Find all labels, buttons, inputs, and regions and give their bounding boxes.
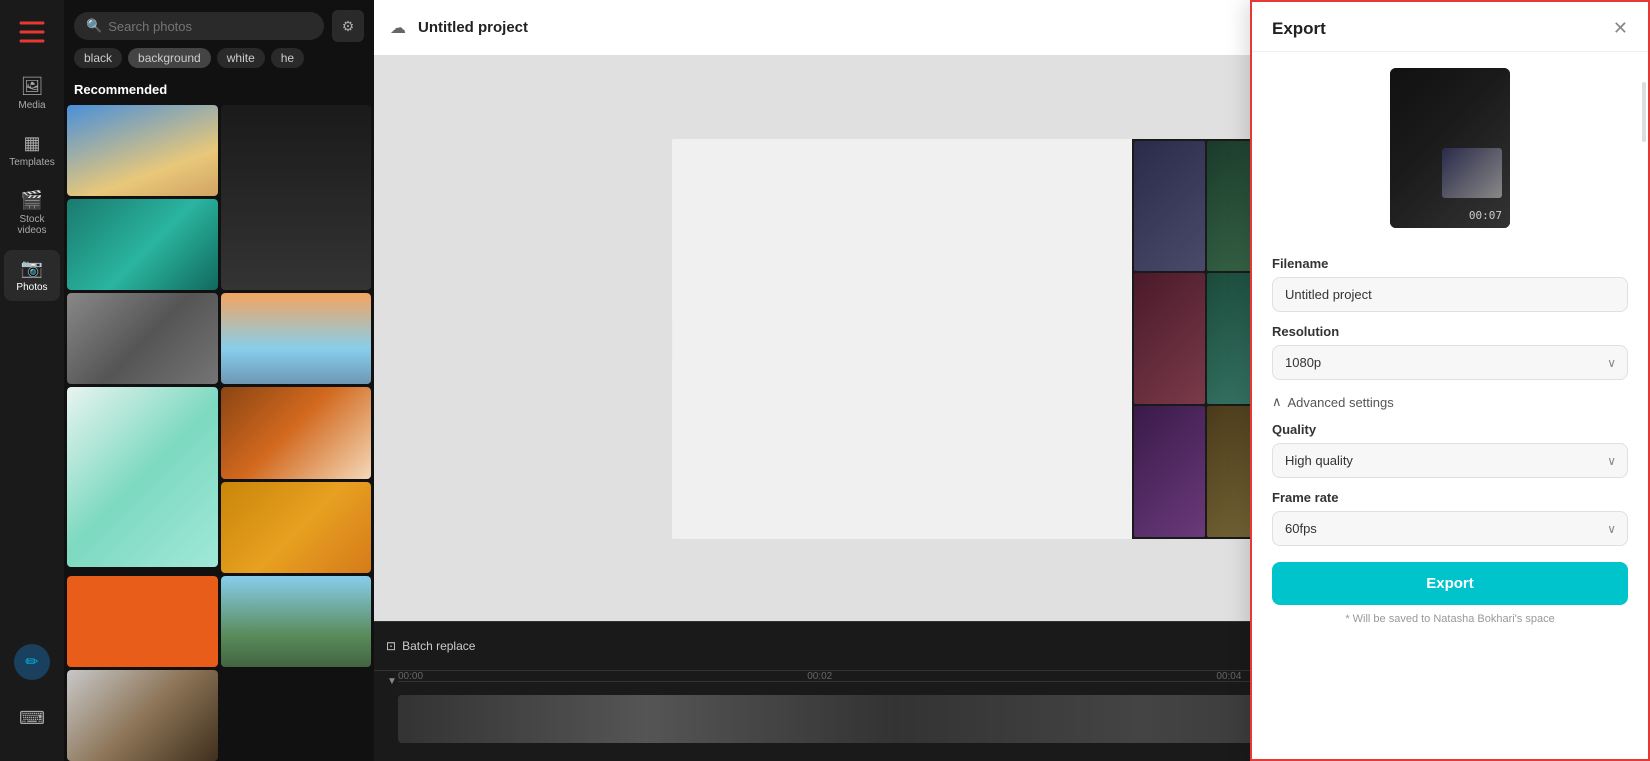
export-preview-wrap: 00:07 xyxy=(1252,52,1648,244)
scrollbar[interactable] xyxy=(1642,82,1646,142)
playhead-handle[interactable]: ▼ xyxy=(387,676,397,687)
search-input[interactable] xyxy=(108,19,312,34)
search-input-wrap[interactable]: 🔍 xyxy=(74,12,324,40)
filter-icon: ⚙ xyxy=(342,18,355,35)
export-header: Export ✕ xyxy=(1252,2,1648,52)
sidebar-item-label: Photos xyxy=(16,282,47,293)
resolution-select[interactable]: 1080p 720p 4K 480p xyxy=(1272,345,1628,380)
video-grid-cell xyxy=(1134,406,1205,537)
export-panel: Export ✕ 00:07 Filename Resolution 1080p… xyxy=(1250,0,1650,761)
sidebar-item-edit[interactable]: ✏ xyxy=(4,636,60,688)
photo-item[interactable] xyxy=(67,105,218,196)
video-grid-cell xyxy=(1134,273,1205,404)
tag-more[interactable]: he xyxy=(271,48,304,68)
quality-select[interactable]: High quality Medium quality Low quality xyxy=(1272,443,1628,478)
filename-input[interactable] xyxy=(1272,277,1628,312)
edit-icon: ✏ xyxy=(14,644,50,680)
project-title[interactable]: Untitled project xyxy=(418,19,528,36)
photo-item[interactable] xyxy=(67,670,218,761)
photo-item[interactable] xyxy=(67,199,218,290)
sidebar-item-label: Templates xyxy=(9,157,55,168)
sidebar: 🖼 Media ▦ Templates 🎬 Stock videos 📷 Pho… xyxy=(0,0,64,761)
photo-item[interactable] xyxy=(67,576,218,667)
sidebar-item-stock-videos[interactable]: 🎬 Stock videos xyxy=(4,182,60,244)
media-panel: 🔍 ⚙ black background white he Recommende… xyxy=(64,0,374,761)
export-title: Export xyxy=(1272,19,1326,39)
templates-icon: ▦ xyxy=(23,133,40,154)
search-bar-row: 🔍 ⚙ xyxy=(64,0,374,48)
framerate-select-wrap: 60fps 30fps 24fps ∨ xyxy=(1272,511,1628,546)
logo[interactable] xyxy=(12,12,52,52)
filename-label: Filename xyxy=(1272,256,1628,271)
filter-button[interactable]: ⚙ xyxy=(332,10,364,42)
sidebar-item-photos[interactable]: 📷 Photos xyxy=(4,250,60,301)
resolution-select-wrap: 1080p 720p 4K 480p ∨ xyxy=(1272,345,1628,380)
keyboard-icon: ⌨ xyxy=(19,708,45,729)
ruler-tick: 00:02 xyxy=(807,671,832,682)
export-thumb-time: 00:07 xyxy=(1469,209,1502,222)
sidebar-item-keyboard[interactable]: ⌨ xyxy=(4,700,60,737)
sidebar-item-label: Stock videos xyxy=(10,214,54,236)
ruler-tick: 00:04 xyxy=(1216,671,1241,682)
export-thumb-image xyxy=(1442,148,1502,198)
stock-videos-icon: 🎬 xyxy=(21,190,43,211)
photo-item[interactable] xyxy=(221,293,372,384)
search-icon: 🔍 xyxy=(86,18,102,34)
sidebar-item-media[interactable]: 🖼 Media xyxy=(4,68,60,119)
photo-item[interactable] xyxy=(221,105,372,290)
advanced-settings-toggle[interactable]: ∧ Advanced settings xyxy=(1272,394,1628,410)
video-grid-cell xyxy=(1134,141,1205,272)
advanced-settings-label: Advanced settings xyxy=(1288,395,1394,410)
upload-icon[interactable]: ☁ xyxy=(390,18,406,38)
quality-label: Quality xyxy=(1272,422,1628,437)
sidebar-item-label: Media xyxy=(18,100,45,111)
photo-item[interactable] xyxy=(67,293,218,384)
sidebar-item-templates[interactable]: ▦ Templates xyxy=(4,125,60,176)
batch-replace-button[interactable]: ⊡ Batch replace xyxy=(386,639,475,653)
export-preview-thumbnail: 00:07 xyxy=(1390,68,1510,228)
tag-row: black background white he xyxy=(64,48,374,76)
tag-black[interactable]: black xyxy=(74,48,122,68)
export-big-button[interactable]: Export xyxy=(1272,562,1628,605)
advanced-chevron-icon: ∧ xyxy=(1272,394,1282,410)
photo-item[interactable] xyxy=(221,576,372,667)
export-footer-note: * Will be saved to Natasha Bokhari's spa… xyxy=(1272,613,1628,625)
framerate-select[interactable]: 60fps 30fps 24fps xyxy=(1272,511,1628,546)
recommended-label: Recommended xyxy=(64,76,374,105)
ruler-tick: 00:00 xyxy=(398,671,423,682)
resolution-label: Resolution xyxy=(1272,324,1628,339)
batch-replace-label: Batch replace xyxy=(402,639,475,653)
framerate-label: Frame rate xyxy=(1272,490,1628,505)
photo-item[interactable] xyxy=(221,482,372,573)
export-body: Filename Resolution 1080p 720p 4K 480p ∨… xyxy=(1252,244,1648,759)
quality-select-wrap: High quality Medium quality Low quality … xyxy=(1272,443,1628,478)
photos-icon: 📷 xyxy=(21,258,43,279)
photo-item[interactable] xyxy=(221,387,372,478)
media-icon: 🖼 xyxy=(21,76,44,97)
tag-background[interactable]: background xyxy=(128,48,211,68)
close-button[interactable]: ✕ xyxy=(1613,18,1628,39)
photo-item[interactable] xyxy=(67,387,218,572)
photo-grid xyxy=(64,105,374,761)
batch-replace-icon: ⊡ xyxy=(386,639,396,653)
tag-white[interactable]: white xyxy=(217,48,265,68)
